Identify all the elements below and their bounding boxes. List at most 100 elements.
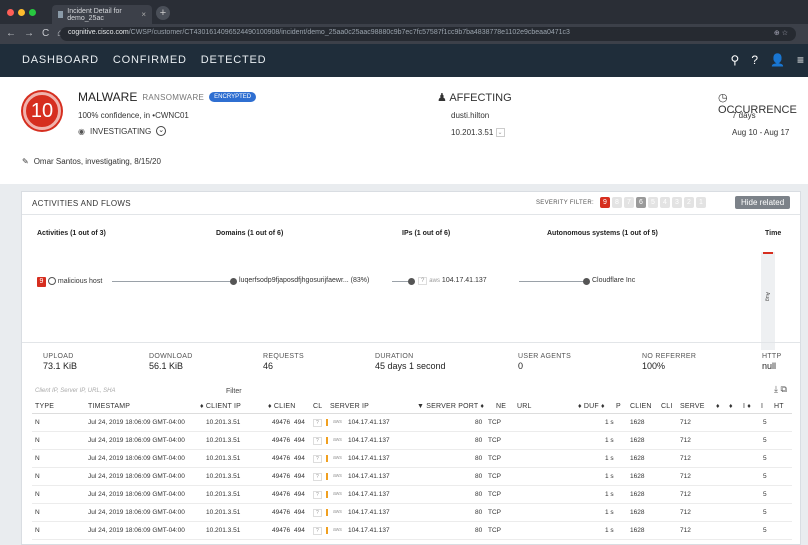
customer-id: •CWNC01 bbox=[152, 111, 189, 120]
menu-icon[interactable]: ≡ bbox=[797, 53, 804, 67]
cell-duration: 1 s bbox=[605, 509, 614, 516]
severity-filter-8[interactable]: 8 bbox=[611, 197, 622, 208]
occurrence-section: ◷ OCCURRENCE 7 days Aug 10 - Aug 17 bbox=[718, 91, 808, 137]
severity-filter-7[interactable]: 7 bbox=[623, 197, 634, 208]
column-time[interactable]: Time bbox=[765, 230, 781, 237]
download-icon[interactable]: ⤓ bbox=[774, 384, 778, 394]
filter-button[interactable]: Filter bbox=[226, 388, 242, 395]
cell-server-ip: 104.17.41.137 bbox=[348, 527, 390, 534]
cell-type: N bbox=[35, 419, 40, 426]
hide-related-button[interactable]: Hide related bbox=[735, 196, 791, 209]
as-label[interactable]: Cloudflare Inc bbox=[591, 277, 637, 284]
cell-server-port: 80 bbox=[475, 473, 483, 480]
domain-label[interactable]: luqerfsodp9fjaposdfjhgosurijfaewr... (83… bbox=[238, 277, 371, 284]
ip-dropdown-icon[interactable]: ⌄ bbox=[495, 128, 505, 138]
help-icon[interactable]: ? bbox=[751, 53, 758, 67]
th-p[interactable]: P bbox=[616, 403, 621, 410]
th-sort[interactable]: ♦ bbox=[729, 403, 733, 410]
affecting-user[interactable]: dusti.hilton bbox=[451, 111, 489, 120]
column-domains[interactable]: Domains (1 out of 6) bbox=[216, 230, 283, 237]
th-client-bytes[interactable]: CLIEN bbox=[630, 403, 652, 410]
domain-node[interactable] bbox=[230, 278, 237, 285]
url-field[interactable]: cognitive.cisco.com/CWSP/customer/CT4301… bbox=[60, 27, 796, 41]
th-duration[interactable]: ♦ DUF ♦ bbox=[578, 403, 605, 410]
th-client-port[interactable]: ♦ CLIEN bbox=[268, 403, 296, 410]
new-tab-icon[interactable]: + bbox=[156, 6, 170, 20]
ip-unknown-chip: ? bbox=[418, 277, 428, 285]
activity-flow-item[interactable]: 9 malicious host bbox=[36, 277, 104, 287]
th-ne[interactable]: NE bbox=[496, 403, 506, 410]
th-server-bytes[interactable]: SERVE bbox=[680, 403, 705, 410]
cell-server-bytes: 712 bbox=[680, 473, 691, 480]
table-row[interactable]: N Jul 24, 2019 18:06:09 GMT-04:00 10.201.3… bbox=[32, 414, 792, 432]
severity-filter-1[interactable]: 1 bbox=[695, 197, 706, 208]
status-text: INVESTIGATING bbox=[89, 126, 152, 136]
column-activities[interactable]: Activities (1 out of 3) bbox=[37, 230, 106, 237]
flow-filter-input[interactable]: Client IP, Server IP, URL, SHA bbox=[35, 388, 225, 394]
user-icon[interactable]: 👤 bbox=[770, 53, 785, 67]
table-row[interactable]: N Jul 24, 2019 18:06:09 GMT-04:00 10.201.3… bbox=[32, 468, 792, 486]
back-arrow-icon[interactable]: ← bbox=[6, 28, 16, 39]
search-icon[interactable]: ⚲ bbox=[731, 53, 740, 67]
th-i[interactable]: I bbox=[761, 403, 763, 410]
th-http[interactable]: HT bbox=[774, 403, 784, 410]
reload-icon[interactable]: C bbox=[42, 28, 49, 39]
as-node[interactable] bbox=[583, 278, 590, 285]
cell-type: N bbox=[35, 527, 40, 534]
cell-timestamp: Jul 24, 2019 18:06:09 GMT-04:00 bbox=[88, 491, 185, 498]
severity-filter-3[interactable]: 3 bbox=[671, 197, 682, 208]
th-cl[interactable]: CL bbox=[313, 403, 322, 410]
minimize-window-icon[interactable] bbox=[18, 9, 25, 16]
cell-server-ip: 104.17.41.137 bbox=[348, 437, 390, 444]
time-bar[interactable]: Aug bbox=[761, 252, 775, 350]
occurrence-range: Aug 10 - Aug 17 bbox=[732, 128, 790, 137]
window-controls[interactable] bbox=[7, 9, 36, 16]
tab-close-icon[interactable]: × bbox=[141, 10, 146, 19]
status-selector[interactable]: ◉ INVESTIGATING ⌄ bbox=[78, 126, 167, 136]
ip-node[interactable] bbox=[408, 278, 415, 285]
maximize-window-icon[interactable] bbox=[29, 9, 36, 16]
cell-client-bytes: 1628 bbox=[630, 473, 645, 480]
th-server-ip[interactable]: SERVER IP bbox=[330, 403, 369, 410]
th-server-port[interactable]: ▼ SERVER PORT ♦ bbox=[417, 403, 484, 410]
column-autonomous-systems[interactable]: Autonomous systems (1 out of 5) bbox=[547, 230, 658, 237]
th-type[interactable]: TYPE bbox=[35, 403, 54, 410]
severity-filter-6[interactable]: 6 bbox=[635, 197, 646, 208]
note-text: Omar Santos, investigating, 8/15/20 bbox=[33, 157, 161, 166]
cell-aws-icon: aws bbox=[333, 473, 342, 479]
severity-filter: SEVERITY FILTER: 9 8 7 6 5 4 3 2 1 bbox=[536, 197, 706, 208]
chevron-down-icon[interactable]: ⌄ bbox=[156, 126, 167, 136]
th-client-ip[interactable]: ♦ CLIENT IP bbox=[200, 403, 241, 410]
url-zoom-icon[interactable]: ⊕ ☆ bbox=[774, 29, 788, 37]
cell-flag-icon bbox=[323, 527, 331, 534]
close-window-icon[interactable] bbox=[7, 9, 14, 16]
columns-icon[interactable]: ⧉ bbox=[781, 384, 787, 394]
th-sort[interactable]: ♦ bbox=[716, 403, 720, 410]
table-row[interactable]: N Jul 24, 2019 18:06:09 GMT-04:00 10.201.3… bbox=[32, 432, 792, 450]
cell-client-ip: 10.201.3.51 bbox=[206, 437, 241, 444]
severity-filter-4[interactable]: 4 bbox=[659, 197, 670, 208]
severity-filter-2[interactable]: 2 bbox=[683, 197, 694, 208]
th-timestamp[interactable]: TIMESTAMP bbox=[88, 403, 130, 410]
th-cli[interactable]: CLI bbox=[661, 403, 673, 410]
pencil-icon[interactable]: ✎ bbox=[22, 157, 29, 166]
table-row[interactable]: N Jul 24, 2019 18:06:09 GMT-04:00 10.201.3… bbox=[32, 504, 792, 522]
column-ips[interactable]: IPs (1 out of 6) bbox=[402, 230, 450, 237]
cell-type: N bbox=[35, 509, 40, 516]
nav-detected[interactable]: DETECTED bbox=[201, 54, 267, 66]
browser-tab[interactable]: Incident Detail for demo_25ac × bbox=[52, 5, 152, 24]
nav-dashboard[interactable]: DASHBOARD bbox=[22, 54, 99, 66]
ip-flow-item[interactable]: ? aws 104.17.41.137 bbox=[417, 277, 488, 285]
table-row[interactable]: N Jul 24, 2019 18:06:09 GMT-04:00 10.201.3… bbox=[32, 450, 792, 468]
stat-value: 46 bbox=[263, 361, 274, 371]
affecting-ip[interactable]: 10.201.3.51 bbox=[451, 128, 493, 137]
severity-filter-5[interactable]: 5 bbox=[647, 197, 658, 208]
nav-confirmed[interactable]: CONFIRMED bbox=[113, 54, 187, 66]
cell-unknown-chip: ? bbox=[313, 473, 322, 481]
th-url[interactable]: URL bbox=[517, 403, 532, 410]
severity-filter-9[interactable]: 9 bbox=[599, 197, 610, 208]
th-i[interactable]: I ♦ bbox=[743, 403, 751, 410]
table-row[interactable]: N Jul 24, 2019 18:06:09 GMT-04:00 10.201.3… bbox=[32, 522, 792, 540]
forward-arrow-icon[interactable]: → bbox=[24, 28, 34, 39]
table-row[interactable]: N Jul 24, 2019 18:06:09 GMT-04:00 10.201.3… bbox=[32, 486, 792, 504]
